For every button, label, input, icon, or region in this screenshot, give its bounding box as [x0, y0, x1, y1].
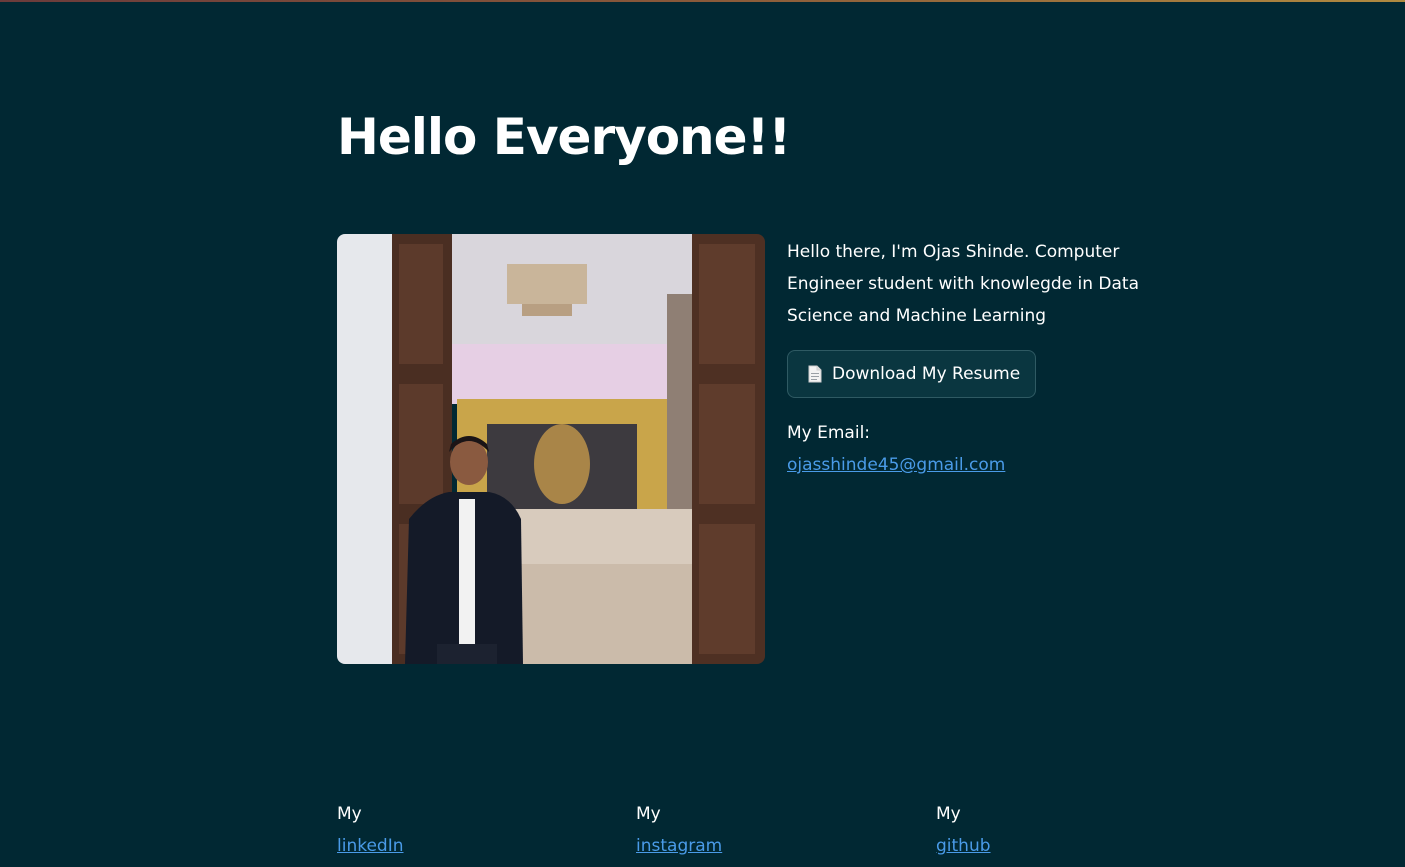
social-prefix: My — [636, 804, 661, 824]
document-icon — [808, 365, 822, 383]
page-title: Hello Everyone!! — [337, 108, 791, 166]
github-link[interactable]: github — [936, 830, 991, 862]
top-accent-line — [0, 0, 1405, 2]
email-link[interactable]: ojasshinde45@gmail.com — [787, 455, 1005, 475]
instagram-link[interactable]: instagram — [636, 830, 722, 862]
resume-button-label: Download My Resume — [832, 364, 1021, 384]
email-label: My Email: — [787, 423, 871, 443]
bio-text: Hello there, I'm Ojas Shinde. Computer E… — [787, 242, 1140, 326]
social-prefix: My — [936, 804, 961, 824]
linkedin-link[interactable]: linkedIn — [337, 830, 404, 862]
social-instagram: My instagram — [636, 798, 722, 862]
social-github: My github — [936, 798, 991, 862]
profile-photo — [337, 234, 765, 664]
social-linkedin: My linkedIn — [337, 798, 404, 862]
social-prefix: My — [337, 804, 362, 824]
download-resume-button[interactable]: Download My Resume — [787, 350, 1037, 398]
